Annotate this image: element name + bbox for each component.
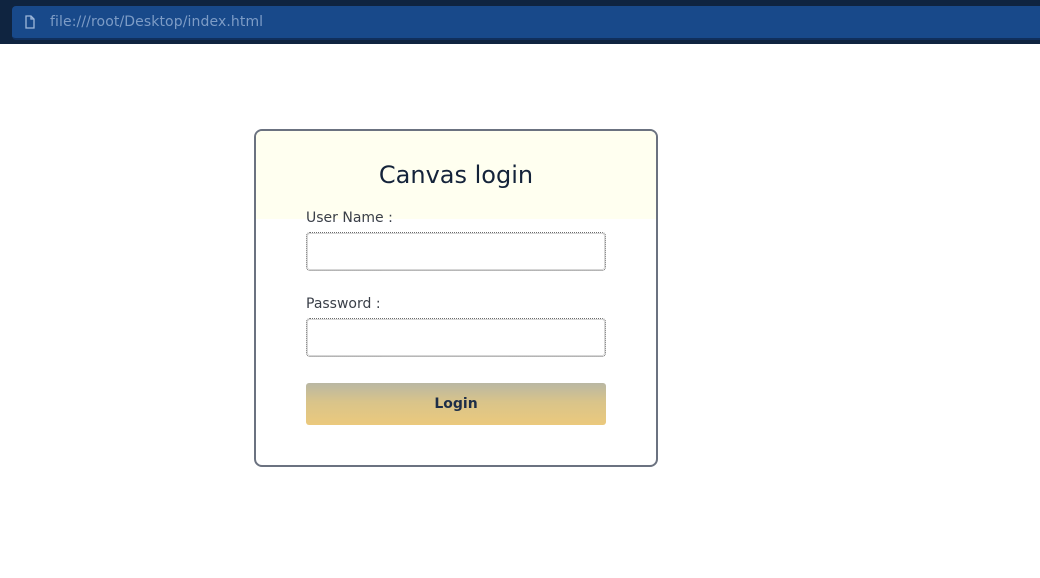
url-text[interactable]: file:///root/Desktop/index.html	[50, 14, 263, 30]
login-card: Canvas login User Name : Password : Logi…	[254, 129, 658, 467]
browser-toolbar: file:///root/Desktop/index.html	[0, 0, 1040, 44]
password-label: Password :	[306, 296, 381, 312]
page-icon	[22, 14, 38, 30]
username-input[interactable]	[306, 232, 606, 271]
username-label: User Name :	[306, 210, 393, 226]
password-input[interactable]	[306, 318, 606, 357]
address-bar[interactable]: file:///root/Desktop/index.html	[12, 6, 1040, 40]
login-button[interactable]: Login	[306, 383, 606, 425]
page-title: Canvas login	[378, 161, 534, 189]
